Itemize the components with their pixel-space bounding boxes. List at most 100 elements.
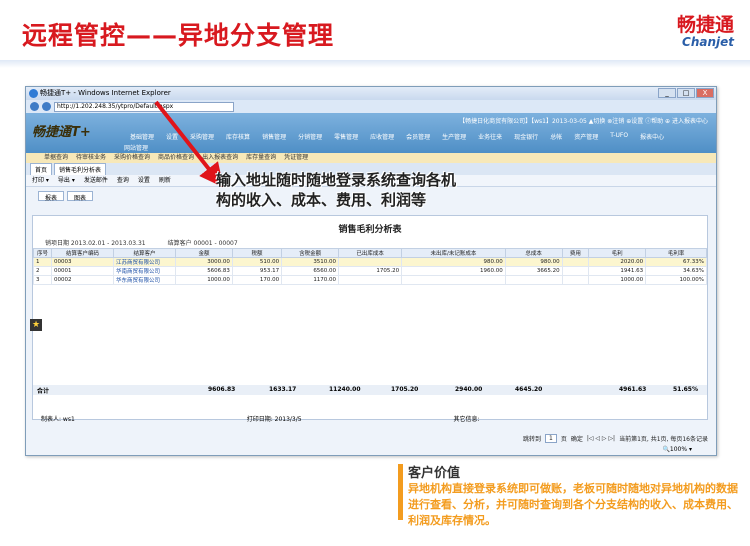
column-header[interactable]: 已出库成本 (338, 248, 403, 258)
cell (561, 275, 590, 285)
page-input[interactable]: 1 (545, 434, 557, 443)
menu-item[interactable]: 现金银行 (508, 132, 544, 141)
tab-chart[interactable]: 图表 (67, 191, 94, 202)
cell: 980.00 (504, 257, 563, 267)
favorite-icon[interactable]: ★ (30, 319, 42, 331)
close-button[interactable]: X (696, 88, 714, 98)
cell: 6560.00 (281, 266, 340, 276)
customer-link[interactable]: 江苏商贸有限公司 (113, 257, 176, 267)
minimize-button[interactable]: _ (658, 88, 676, 98)
cell: 3510.00 (281, 257, 340, 267)
cell: 100.00% (645, 275, 707, 285)
other-info: 其它信息: (453, 416, 480, 423)
total-amount: 9606.83 (208, 386, 236, 393)
menu-item[interactable]: 销售管理 (256, 132, 292, 141)
jump-label: 跳转到 (522, 436, 541, 443)
cell: 953.17 (231, 266, 283, 276)
column-header[interactable]: 税额 (231, 248, 283, 258)
op-link[interactable]: 库存量查询 (246, 153, 276, 163)
op-link[interactable]: 待审核业务 (76, 153, 106, 163)
cell: 3 (33, 275, 52, 285)
logo-cn: 畅捷通 (676, 14, 734, 36)
slide-title: 远程管控——异地分支管理 (22, 21, 335, 50)
page-nav-icons[interactable]: |◁ ◁ ▷ ▷| (587, 435, 615, 442)
forward-icon[interactable] (42, 102, 51, 111)
column-header[interactable]: 费用 (561, 248, 590, 258)
cell (561, 257, 590, 267)
app-header: 畅捷通T+ 【畅捷日化商贸有限公司】【ws1】2013-03-05 ▲切换 ⊗注… (26, 113, 716, 153)
operation-bar: 单据查询 待审核业务 采购价格查询 商品价格查询 出入报表查询 库存量查询 凭证… (26, 153, 716, 163)
op-link[interactable]: 采购价格查询 (114, 153, 150, 163)
print-date: 打印日期: 2013/3/5 (246, 416, 302, 423)
column-header[interactable]: 总成本 (504, 248, 563, 258)
column-header[interactable]: 含税金额 (281, 248, 340, 258)
cell: 3000.00 (175, 257, 233, 267)
send-mail-button[interactable]: 发送邮件 (84, 175, 108, 186)
menu-item[interactable]: 分销管理 (292, 132, 328, 141)
page-status: 当前第1页, 共1页, 每页16条记录 (619, 436, 708, 443)
cell: 170.00 (231, 275, 283, 285)
customer-link[interactable]: 华东商贸有限公司 (113, 275, 176, 285)
menu-item[interactable]: 应收管理 (364, 132, 400, 141)
tab-sales-margin[interactable]: 销售毛利分析表 (54, 163, 107, 175)
total-amount-with-tax: 11240.00 (329, 386, 361, 393)
menu-item[interactable]: 总帐 (544, 132, 568, 141)
address-bar: http://1.202.248.35/ytpro/Default.aspx (26, 100, 716, 113)
period-label: 销项日期 2013.02.01 - 2013.03.31 (45, 240, 146, 247)
column-header[interactable]: 序号 (33, 248, 52, 258)
menu-item[interactable]: 会员管理 (400, 132, 436, 141)
column-header[interactable]: 毛利 (588, 248, 647, 258)
zoom-level[interactable]: 🔍100% ▾ (662, 446, 692, 453)
customer-link[interactable]: 华南商贸有限公司 (113, 266, 176, 276)
cell (401, 275, 506, 285)
maximize-button[interactable]: □ (677, 88, 695, 98)
export-button[interactable]: 导出 ▾ (58, 175, 75, 186)
menu-item[interactable]: 业务往来 (472, 132, 508, 141)
menu-item[interactable]: 零售管理 (328, 132, 364, 141)
annotation-line2: 构的收入、成本、费用、利润等 (216, 191, 427, 209)
user-info[interactable]: 【畅捷日化商贸有限公司】【ws1】2013-03-05 ▲切换 ⊗注销 ⊕设置 … (459, 116, 708, 125)
customer-label: 结算客户 00001 - 00007 (167, 240, 238, 247)
column-header[interactable]: 结算客户编码 (51, 248, 114, 258)
value-heading: 客户价值 (408, 466, 461, 481)
total-label: 合计 (37, 388, 50, 395)
cell: 2020.00 (588, 257, 647, 267)
page-unit: 页 (560, 436, 567, 443)
table-header-row: 序号 结算客户编码 结算客户 金额 税额 含税金额 已出库成本 未出库/未记账成… (33, 248, 707, 258)
op-link[interactable]: 凭证管理 (284, 153, 308, 163)
column-header[interactable]: 未出库/未记账成本 (401, 248, 506, 258)
maker-label: 制表人: ws1 (41, 416, 75, 423)
submenu-item[interactable]: 网站管理 (124, 143, 148, 152)
menu-item[interactable]: 生产管理 (436, 132, 472, 141)
menu-item[interactable]: 报表中心 (634, 132, 670, 141)
table-row[interactable]: 1 00003 江苏商贸有限公司 3000.00 510.00 3510.00 … (33, 257, 707, 267)
cell: 67.33% (645, 257, 707, 267)
menu-item[interactable]: 资产管理 (568, 132, 604, 141)
table-row[interactable]: 2 00001 华南商贸有限公司 5606.83 953.17 6560.00 … (33, 266, 707, 276)
op-link[interactable]: 单据查询 (44, 153, 68, 163)
menu-item[interactable]: T-UFO (604, 132, 634, 141)
tab-home[interactable]: 首页 (30, 163, 53, 175)
tab-report[interactable]: 报表 (38, 191, 65, 202)
report-panel: 销售毛利分析表 销项日期 2013.02.01 - 2013.03.31 结算客… (32, 215, 708, 423)
column-header[interactable]: 金额 (175, 248, 233, 258)
chanjet-logo: 畅捷通 Chanjet (677, 10, 734, 49)
column-header[interactable]: 结算客户 (113, 248, 176, 258)
cell: 1170.00 (281, 275, 340, 285)
cell: 1 (33, 257, 52, 267)
column-header[interactable]: 毛利率 (645, 248, 707, 258)
cell (561, 266, 590, 276)
settings-button[interactable]: 设置 (138, 175, 150, 186)
cell: 1000.00 (175, 275, 233, 285)
query-button[interactable]: 查询 (117, 175, 129, 186)
table-row[interactable]: 3 00002 华东商贸有限公司 1000.00 170.00 1170.00 … (33, 275, 707, 285)
print-button[interactable]: 打印 ▾ (32, 175, 49, 186)
cell: 1960.00 (401, 266, 506, 276)
total-cost: 4645.20 (515, 386, 543, 393)
cell: 510.00 (231, 257, 283, 267)
back-icon[interactable] (30, 102, 39, 111)
cell: 00003 (51, 257, 114, 267)
confirm-button[interactable]: 确定 (571, 434, 583, 443)
window-titlebar: 畅捷通T+ - Windows Internet Explorer _ □ X (26, 87, 716, 100)
report-meta: 销项日期 2013.02.01 - 2013.03.31 结算客户 00001 … (45, 238, 238, 247)
